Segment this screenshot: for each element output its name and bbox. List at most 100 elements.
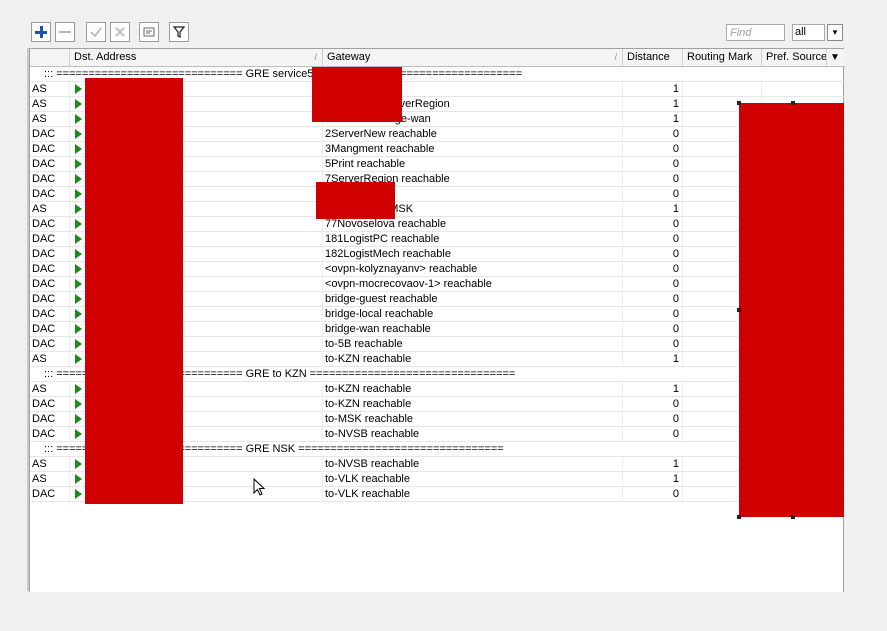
gateway-cell: bridge-guest reachable xyxy=(323,292,623,307)
resize-handle[interactable] xyxy=(791,101,795,105)
filter-button[interactable] xyxy=(169,22,189,42)
gateway-cell: <ovpn-mocrecovaov-1> reachable xyxy=(323,277,623,292)
active-route-icon xyxy=(75,204,82,214)
column-header-pref-source[interactable]: Pref. Source xyxy=(762,49,827,66)
route-flags: DAC xyxy=(30,292,70,307)
column-header-flags[interactable] xyxy=(30,49,70,66)
resize-handle[interactable] xyxy=(737,308,741,312)
active-route-icon xyxy=(75,99,82,109)
cross-icon xyxy=(115,27,125,37)
distance-cell: 0 xyxy=(623,262,683,277)
triangle-down-icon: ▼ xyxy=(830,52,840,63)
distance-cell: 0 xyxy=(623,277,683,292)
active-route-icon xyxy=(75,279,82,289)
table-header: Dst. Address / Gateway / Distance Routin… xyxy=(30,49,845,67)
distance-cell: 1 xyxy=(623,472,683,487)
active-route-icon xyxy=(75,84,82,94)
resize-handle[interactable] xyxy=(737,101,741,105)
distance-cell: 1 xyxy=(623,97,683,112)
route-flags: DAC xyxy=(30,187,70,202)
distance-cell: 0 xyxy=(623,412,683,427)
distance-cell: 0 xyxy=(623,142,683,157)
active-route-icon xyxy=(75,159,82,169)
distance-cell: 0 xyxy=(623,397,683,412)
active-route-icon xyxy=(75,309,82,319)
distance-cell: 0 xyxy=(623,427,683,442)
remove-button[interactable] xyxy=(55,22,75,42)
route-flags: DAC xyxy=(30,217,70,232)
route-flags: DAC xyxy=(30,322,70,337)
distance-cell: 1 xyxy=(623,457,683,472)
active-route-icon xyxy=(75,129,82,139)
distance-cell: 1 xyxy=(623,82,683,97)
gateway-cell: to-VLK reachable xyxy=(323,487,623,502)
disable-button[interactable] xyxy=(110,22,130,42)
gateway-cell: to-KZN reachable xyxy=(323,382,623,397)
sort-indicator: / xyxy=(314,52,317,62)
redaction-block-gateway-1 xyxy=(312,67,402,122)
active-route-icon xyxy=(75,189,82,199)
add-button[interactable] xyxy=(31,22,51,42)
active-route-icon xyxy=(75,174,82,184)
route-flags: DAC xyxy=(30,427,70,442)
gateway-cell: 5Print reachable xyxy=(323,157,623,172)
route-flags: DAC xyxy=(30,412,70,427)
gateway-cell: to-KZN reachable xyxy=(323,352,623,367)
resize-handle[interactable] xyxy=(791,515,795,519)
redaction-block-dst xyxy=(85,78,183,504)
gateway-cell: <ovpn-kolyznayanv> reachable xyxy=(323,262,623,277)
filter-select-arrow[interactable]: ▾ xyxy=(827,24,843,41)
gateway-cell: 182LogistMech reachable xyxy=(323,247,623,262)
enable-button[interactable] xyxy=(86,22,106,42)
route-flags: DAC xyxy=(30,142,70,157)
route-flags: DAC xyxy=(30,127,70,142)
column-header-distance[interactable]: Distance xyxy=(623,49,683,66)
route-flags: DAC xyxy=(30,232,70,247)
distance-cell: 0 xyxy=(623,217,683,232)
route-flags: DAC xyxy=(30,262,70,277)
active-route-icon xyxy=(75,294,82,304)
plus-icon xyxy=(35,26,47,38)
column-header-label: Dst. Address xyxy=(74,51,137,63)
find-input[interactable] xyxy=(726,24,785,41)
active-route-icon xyxy=(75,384,82,394)
gateway-cell: to-MSK reachable xyxy=(323,412,623,427)
distance-cell: 0 xyxy=(623,307,683,322)
gateway-cell: bridge-local reachable xyxy=(323,307,623,322)
distance-cell: 0 xyxy=(623,337,683,352)
distance-cell: 0 xyxy=(623,322,683,337)
distance-cell: 0 xyxy=(623,487,683,502)
columns-menu-button[interactable]: ▼ xyxy=(827,49,843,66)
comment-button[interactable] xyxy=(139,22,159,42)
distance-cell: 0 xyxy=(623,247,683,262)
route-flags: DAC xyxy=(30,307,70,322)
redaction-block-gateway-2 xyxy=(316,182,395,219)
route-flags: DAC xyxy=(30,487,70,502)
distance-cell: 1 xyxy=(623,112,683,127)
column-header-gateway[interactable]: Gateway / xyxy=(323,49,623,66)
column-header-routing-mark[interactable]: Routing Mark xyxy=(683,49,762,66)
active-route-icon xyxy=(75,144,82,154)
active-route-icon xyxy=(75,114,82,124)
active-route-icon xyxy=(75,354,82,364)
resize-handle[interactable] xyxy=(737,515,741,519)
chevron-down-icon: ▾ xyxy=(832,27,838,37)
route-flags: AS xyxy=(30,457,70,472)
active-route-icon xyxy=(75,459,82,469)
route-flags: DAC xyxy=(30,157,70,172)
gateway-cell: to-KZN reachable xyxy=(323,397,623,412)
distance-cell: 0 xyxy=(623,292,683,307)
gateway-cell: 181LogistPC reachable xyxy=(323,232,623,247)
gateway-cell: 3Mangment reachable xyxy=(323,142,623,157)
gateway-cell: to-5B reachable xyxy=(323,337,623,352)
gateway-cell: to-VLK reachable xyxy=(323,472,623,487)
minus-icon xyxy=(59,31,71,33)
filter-select[interactable]: all xyxy=(792,24,825,41)
column-header-dst-address[interactable]: Dst. Address / xyxy=(70,49,323,66)
mouse-cursor-icon xyxy=(253,478,266,496)
distance-cell: 0 xyxy=(623,172,683,187)
distance-cell: 0 xyxy=(623,157,683,172)
column-header-label: Gateway xyxy=(327,51,371,63)
active-route-icon xyxy=(75,399,82,409)
gateway-cell: 2ServerNew reachable xyxy=(323,127,623,142)
